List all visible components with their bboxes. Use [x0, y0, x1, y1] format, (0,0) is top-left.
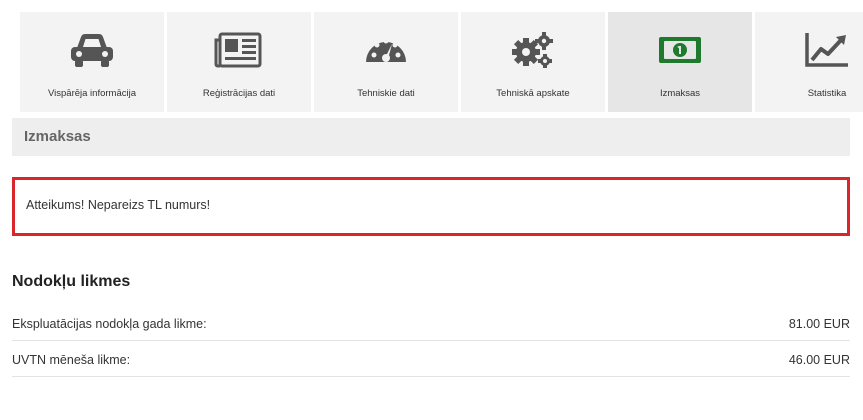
- tab-registration-data[interactable]: Reģistrācijas dati: [167, 12, 311, 112]
- tax-row: UVTN mēneša likme: 46.00 EUR: [12, 343, 850, 377]
- tab-statistics[interactable]: Statistika: [755, 12, 863, 112]
- tab-technical-data[interactable]: Tehniskie dati: [314, 12, 458, 112]
- line-chart-icon: [755, 30, 863, 70]
- speedometer-icon: [314, 30, 458, 70]
- tab-general-info[interactable]: Vispārēja informācija: [20, 12, 164, 112]
- tax-row-value: 81.00 EUR: [788, 317, 850, 331]
- car-icon: [20, 30, 164, 70]
- tab-label: Reģistrācijas dati: [202, 88, 276, 99]
- tax-row: Ekspluatācijas nodokļa gada likme: 81.00…: [12, 307, 850, 341]
- tab-technical-inspection[interactable]: Tehniskā apskate: [461, 12, 605, 112]
- tax-row-label: UVTN mēneša likme:: [12, 353, 131, 367]
- tab-label: Tehniskā apskate: [496, 88, 570, 99]
- tab-costs[interactable]: Izmaksas: [608, 12, 752, 112]
- section-title: Izmaksas: [24, 128, 91, 145]
- newspaper-icon: [167, 30, 311, 70]
- error-message: Atteikums! Nepareizs TL numurs!: [26, 198, 211, 212]
- tab-label: Tehniskie dati: [357, 88, 415, 99]
- banknote-icon: [608, 30, 752, 70]
- taxes-heading: Nodokļu likmes: [12, 273, 131, 290]
- error-alert: Atteikums! Nepareizs TL numurs!: [12, 177, 850, 236]
- section-header: Izmaksas: [12, 118, 850, 156]
- tab-label: Vispārēja informācija: [47, 88, 136, 99]
- tab-label: Izmaksas: [659, 88, 701, 99]
- tab-label: Statistika: [807, 88, 847, 99]
- tax-row-value: 46.00 EUR: [788, 353, 850, 367]
- gears-icon: [461, 30, 605, 70]
- category-tabs: Vispārēja informācija Reģistrācijas dati: [20, 12, 863, 112]
- tax-row-label: Ekspluatācijas nodokļa gada likme:: [12, 317, 207, 331]
